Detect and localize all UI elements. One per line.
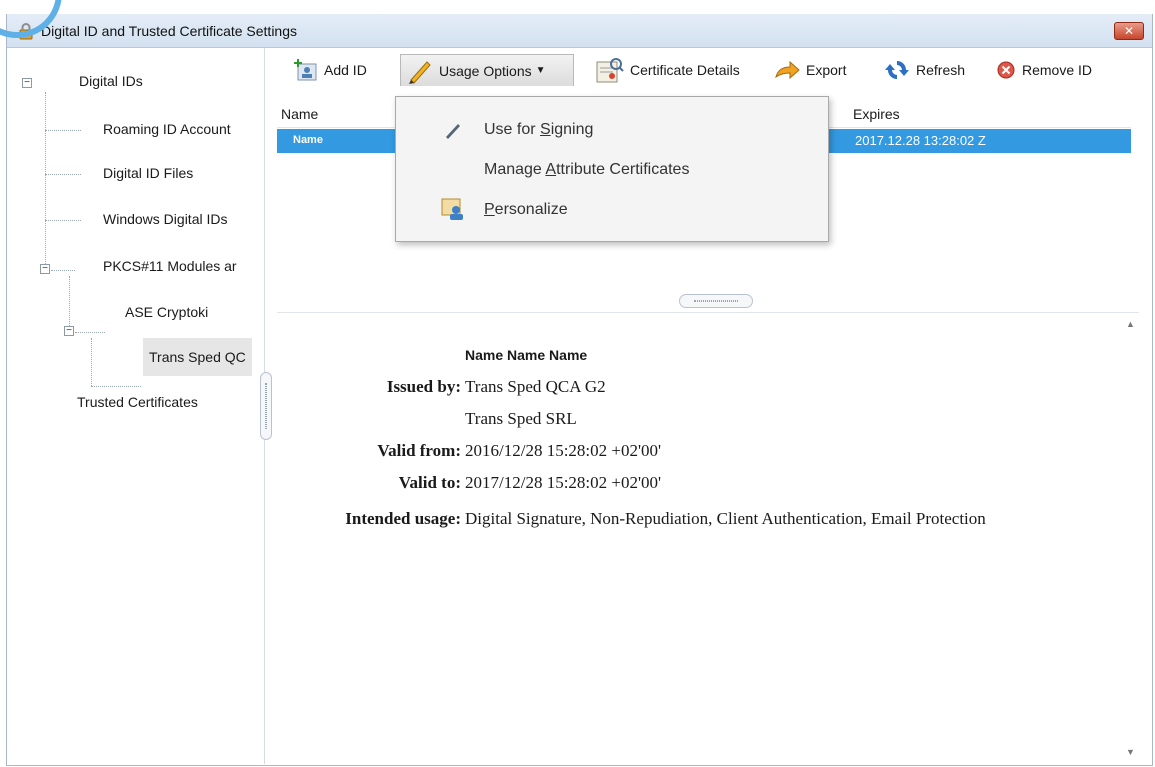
use-for-signing-label: Use for Signing (484, 121, 594, 138)
certificate-details-label: Certificate Details (630, 62, 740, 78)
valid-from-label: Valid from: (377, 441, 461, 460)
grip-icon (265, 383, 267, 429)
chevron-down-icon: ▼ (535, 65, 546, 76)
refresh-button[interactable]: Refresh (878, 54, 971, 86)
tree-connector (75, 332, 105, 333)
intended-usage-label: Intended usage: (345, 509, 461, 528)
export-label: Export (806, 62, 847, 78)
vertical-splitter[interactable] (260, 372, 272, 440)
column-header-expires[interactable]: Expires (853, 106, 900, 122)
details-scrollbar[interactable]: ▲ ▼ (1123, 313, 1139, 765)
scroll-down-icon[interactable]: ▼ (1126, 747, 1135, 757)
export-arrow-icon (775, 60, 800, 80)
row-name-cell: Name (293, 134, 323, 146)
tree-item-roaming-id-account[interactable]: Roaming ID Account (103, 121, 231, 137)
manage-attribute-certificates-label: Manage Attribute Certificates (484, 161, 690, 178)
add-id-button[interactable]: Add ID (286, 54, 373, 86)
personalize-icon (441, 198, 463, 220)
remove-id-label: Remove ID (1022, 62, 1093, 78)
horizontal-splitter[interactable] (679, 294, 753, 308)
issued-by-value: Trans Sped QCA G2 (465, 377, 606, 396)
usage-options-menu: Use for Signing Manage Attribute Certifi… (395, 96, 829, 242)
tree-item-trans-sped-qc[interactable]: Trans Sped QC (143, 338, 252, 376)
tree-connector (51, 270, 75, 271)
tree-connector (91, 386, 141, 387)
tree-connector (91, 338, 92, 386)
tree-item-pkcs11-modules[interactable]: PKCS#11 Modules ar (103, 258, 237, 274)
certificate-details-panel: Name Name Name Issued by: Trans Sped QCA… (277, 312, 1139, 765)
tree-connector (45, 130, 81, 131)
pen-icon (409, 60, 431, 84)
personalize-label: Personalize (484, 201, 568, 218)
collapse-icon[interactable]: − (22, 78, 32, 88)
certificate-details-button[interactable]: Certificate Details (588, 54, 746, 86)
toolbar: Add ID Usage Options ▼ Certificate Detai… (272, 50, 1142, 90)
usage-options-button[interactable]: Usage Options ▼ (400, 54, 574, 86)
menu-item-use-for-signing[interactable]: Use for Signing (396, 113, 828, 147)
tree-item-trusted-certificates[interactable]: Trusted Certificates (77, 394, 198, 410)
collapse-icon[interactable]: − (40, 264, 50, 274)
add-id-icon (294, 59, 317, 81)
valid-from-value: 2016/12/28 15:28:02 +02'00' (465, 441, 662, 460)
tree-item-digital-id-files[interactable]: Digital ID Files (103, 165, 193, 181)
window-title: Digital ID and Trusted Certificate Setti… (41, 23, 298, 39)
scroll-up-icon[interactable]: ▲ (1126, 319, 1135, 329)
tree-item-digital-ids[interactable]: Digital IDs (79, 73, 143, 89)
title-bar: Digital ID and Trusted Certificate Setti… (7, 14, 1152, 48)
usage-options-label: Usage Options (439, 62, 532, 79)
certificate-icon (596, 58, 624, 83)
export-button[interactable]: Export (768, 54, 852, 86)
refresh-label: Refresh (916, 62, 966, 78)
intended-usage-value: Digital Signature, Non-Repudiation, Clie… (465, 509, 986, 528)
tree-connector (45, 220, 81, 221)
tree-connector (69, 276, 70, 332)
remove-icon (997, 61, 1015, 79)
remove-id-button[interactable]: Remove ID (990, 54, 1098, 86)
certificate-subject-name: Name Name Name (465, 347, 588, 363)
close-button[interactable]: ✕ (1114, 22, 1144, 40)
tree-connector (45, 174, 81, 175)
tree-item-windows-digital-ids[interactable]: Windows Digital IDs (103, 211, 227, 227)
collapse-icon[interactable]: − (64, 326, 74, 336)
navigation-tree: − Digital IDs Roaming ID Account Digital… (7, 48, 265, 764)
tree-item-ase-cryptoki[interactable]: ASE Cryptoki (125, 304, 208, 320)
issued-by-label: Issued by: (386, 377, 461, 396)
settings-window: Digital ID and Trusted Certificate Setti… (6, 14, 1153, 766)
tree-connector (45, 92, 46, 270)
valid-to-value: 2017/12/28 15:28:02 +02'00' (465, 473, 662, 492)
pen-icon (446, 124, 460, 139)
refresh-icon (885, 61, 909, 79)
row-expires-cell: 2017.12.28 13:28:02 Z (855, 133, 986, 148)
column-header-name[interactable]: Name (281, 106, 318, 122)
add-id-label: Add ID (324, 62, 367, 78)
issuer-org-row: Trans Sped SRL (465, 409, 577, 429)
issuer-org-value: Trans Sped SRL (465, 409, 577, 428)
grip-icon (694, 300, 738, 302)
valid-to-label: Valid to: (398, 473, 461, 492)
menu-item-manage-attribute-certificates[interactable]: Manage Attribute Certificates (396, 153, 828, 187)
menu-item-personalize[interactable]: Personalize (396, 193, 828, 227)
